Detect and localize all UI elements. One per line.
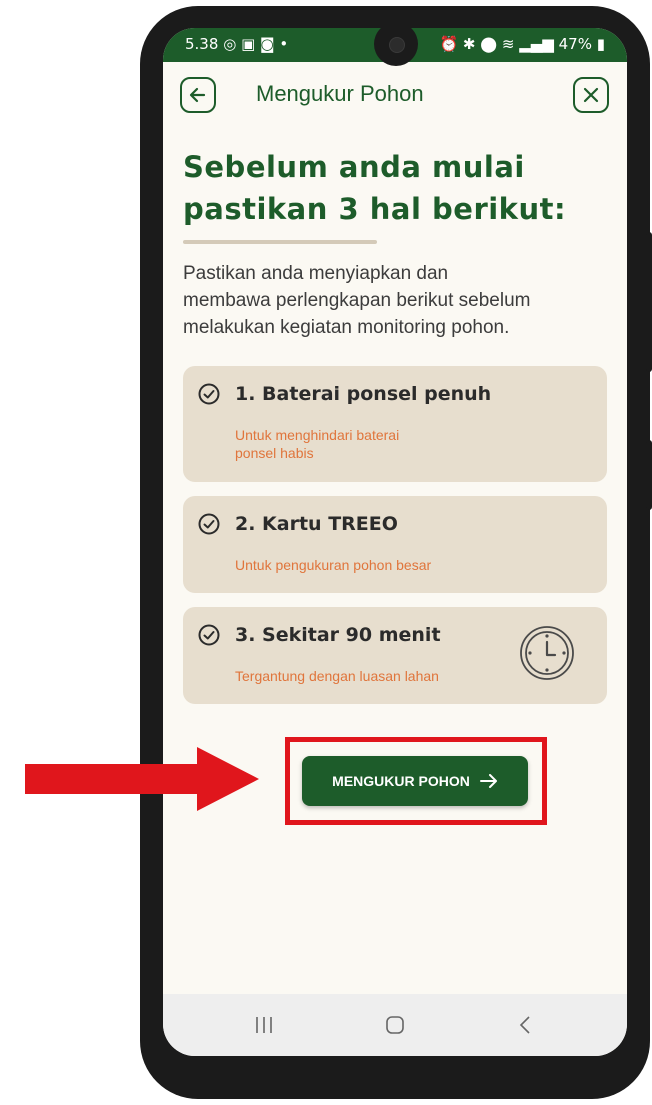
front-camera — [374, 28, 418, 66]
annotation-arrow-icon — [25, 747, 259, 811]
status-bar: 5.38 ◎ ▣ ◙ • ⏰ ✱ ⬤ ≋ ▂▄▆ 47% ▮ — [163, 28, 627, 66]
status-left: 5.38 ◎ ▣ ◙ • — [185, 35, 288, 53]
checklist-card: 2. Kartu TREEO Untuk pengukuran pohon be… — [183, 496, 607, 593]
bluetooth-icon: ✱ — [462, 35, 476, 53]
home-icon[interactable] — [384, 1014, 406, 1036]
battery-icon: ▮ — [596, 35, 605, 53]
dot-icon: • — [279, 35, 289, 53]
card-title: 2. Kartu TREEO — [235, 513, 398, 535]
instagram-icon: ◙ — [260, 35, 275, 53]
page-title: Mengukur Pohon — [256, 81, 424, 106]
battery-level: 47% — [558, 35, 592, 53]
close-icon — [583, 87, 599, 103]
check-circle-icon — [198, 624, 220, 646]
alarm-icon: ⏰ — [439, 35, 459, 53]
signal-icon: ▂▄▆ — [519, 35, 554, 53]
whatsapp-icon: ◎ — [223, 35, 237, 53]
status-time: 5.38 — [185, 35, 219, 53]
app-screen: 5.38 ◎ ▣ ◙ • ⏰ ✱ ⬤ ≋ ▂▄▆ 47% ▮ Mengukur … — [163, 28, 627, 1056]
checklist-card: 3. Sekitar 90 menit Tergantung dengan lu… — [183, 607, 607, 704]
phone-side-button — [646, 440, 652, 510]
intro-line: Pastikan anda menyiapkan dan — [183, 263, 449, 284]
back-arrow-icon — [189, 87, 206, 103]
intro-line: melakukan kegiatan monitoring pohon. — [183, 317, 510, 338]
card-title: 3. Sekitar 90 menit — [235, 624, 441, 646]
phone-side-button — [646, 232, 652, 372]
heading-line: Sebelum anda mulai — [183, 150, 525, 184]
checklist-card: 1. Baterai ponsel penuh Untuk menghindar… — [183, 366, 607, 482]
calendar-icon: ▣ — [241, 35, 256, 53]
status-right: ⏰ ✱ ⬤ ≋ ▂▄▆ 47% ▮ — [439, 35, 605, 53]
heading-line: pastikan 3 hal berikut: — [183, 192, 567, 226]
check-circle-icon — [198, 513, 220, 535]
divider — [183, 240, 377, 244]
back-button[interactable] — [180, 77, 216, 113]
intro-text: Pastikan anda menyiapkan dan membawa per… — [183, 260, 623, 341]
card-subtitle: ponsel habis — [235, 445, 314, 461]
card-subtitle: Tergantung dengan luasan lahan — [235, 668, 439, 684]
location-icon: ⬤ — [480, 35, 498, 53]
close-button[interactable] — [573, 77, 609, 113]
card-subtitle: Untuk menghindari baterai — [235, 427, 400, 443]
main-heading: Sebelum anda mulai pastikan 3 hal beriku… — [183, 146, 613, 230]
recent-apps-icon[interactable] — [253, 1014, 275, 1036]
card-subtitle: Untuk pengukuran pohon besar — [235, 557, 432, 573]
intro-line: membawa perlengkapan berikut sebelum — [183, 290, 531, 311]
card-title: 1. Baterai ponsel penuh — [235, 383, 492, 405]
back-nav-icon[interactable] — [515, 1014, 537, 1036]
check-circle-icon — [198, 383, 220, 405]
system-nav-bar — [163, 994, 627, 1056]
wifi-icon: ≋ — [501, 35, 515, 53]
annotation-highlight-box — [285, 737, 547, 825]
clock-icon — [520, 626, 574, 680]
